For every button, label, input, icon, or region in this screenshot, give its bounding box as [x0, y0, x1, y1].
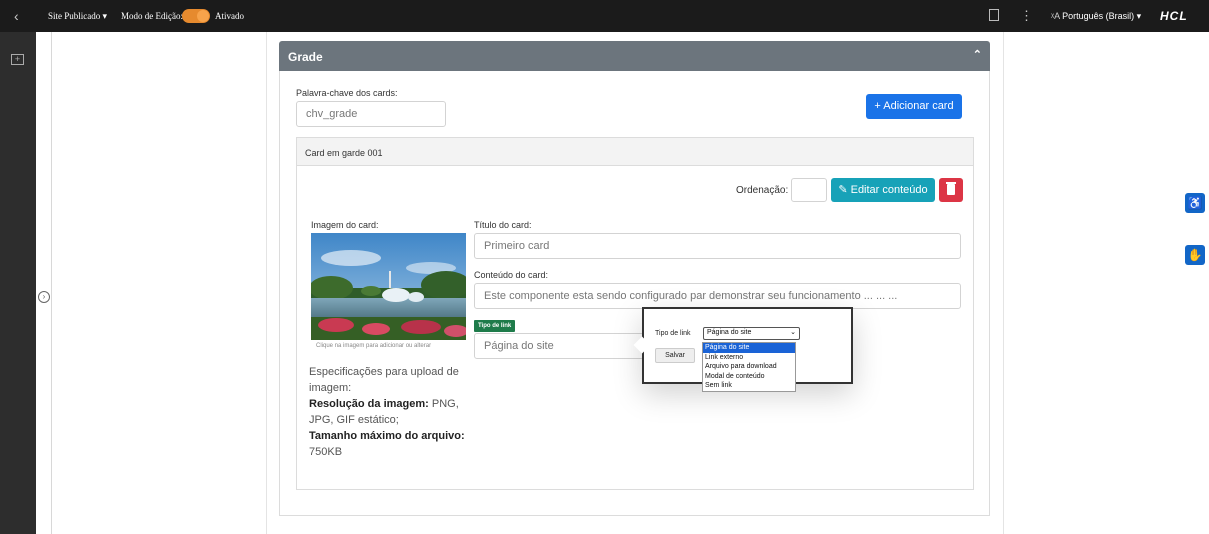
link-type-tag: Tipo de link: [474, 320, 516, 332]
image-hint: Clique na imagem para adicionar ou alter…: [316, 343, 432, 349]
spec-size-label: Tamanho máximo do arquivo:: [309, 430, 465, 442]
content-label: Conteúdo do card:: [474, 270, 549, 280]
sign-language-icon[interactable]: ✋: [1185, 245, 1205, 265]
back-icon[interactable]: ‹: [14, 8, 19, 24]
link-page-field[interactable]: Página do site: [474, 333, 644, 359]
spec-intro: Especificações para upload de imagem:: [309, 366, 459, 394]
add-card-button[interactable]: + Adicionar card: [866, 94, 962, 119]
park-lake-photo: [311, 233, 466, 340]
image-label: Imagem do card:: [311, 220, 379, 230]
caret-down-icon: ▾: [102, 11, 108, 21]
add-component-icon[interactable]: +: [11, 54, 24, 65]
grade-panel-header[interactable]: Grade ⌃: [279, 41, 990, 71]
option-modal-conteudo[interactable]: Modal de conteúdo: [703, 372, 795, 382]
option-sem-link[interactable]: Sem link: [703, 381, 795, 391]
option-pagina-do-site[interactable]: Página do site: [703, 343, 795, 353]
left-rail: +: [0, 32, 36, 534]
card-header: Card em garde 001: [297, 138, 973, 166]
edit-mode-toggle[interactable]: [182, 9, 210, 23]
option-arquivo-download[interactable]: Arquivo para download: [703, 362, 795, 372]
save-button[interactable]: Salvar: [655, 348, 695, 363]
trash-icon: [946, 182, 956, 195]
content-input[interactable]: Este componente esta sendo configurado p…: [474, 283, 961, 309]
more-menu-icon[interactable]: ⋮: [1020, 8, 1033, 24]
panel-title: Grade: [288, 50, 323, 64]
link-type-select[interactable]: Página do site ⌄: [703, 327, 800, 340]
keyword-label: Palavra-chave dos cards:: [296, 88, 398, 98]
spec-resolution-label: Resolução da imagem:: [309, 398, 429, 410]
language-selector[interactable]: ᵡA Português (Brasil) ▾: [1051, 11, 1141, 22]
hcl-logo: HCL: [1160, 9, 1188, 23]
link-type-options: Página do site Link externo Arquivo para…: [702, 342, 796, 392]
delete-card-button[interactable]: [939, 178, 963, 202]
upload-specs: Especificações para upload de imagem: Re…: [309, 364, 469, 460]
keyword-input[interactable]: chv_grade: [296, 101, 446, 127]
top-toolbar: ‹ Site Publicado ▾ Modo de Edição: Ativa…: [0, 0, 1209, 32]
translate-icon: ᵡA: [1051, 11, 1060, 21]
left-panel: ›: [36, 32, 52, 534]
title-label: Título do card:: [474, 220, 532, 230]
expand-panel-icon[interactable]: ›: [38, 291, 50, 303]
title-input[interactable]: Primeiro card: [474, 233, 961, 259]
order-input[interactable]: [791, 178, 827, 202]
chevron-up-icon[interactable]: ⌃: [973, 48, 982, 61]
caret-down-icon: ▾: [1136, 11, 1142, 21]
card-header-title: Card em garde 001: [305, 148, 383, 158]
option-link-externo[interactable]: Link externo: [703, 353, 795, 363]
edit-mode-state: Ativado: [215, 11, 244, 21]
chevron-down-icon: ⌄: [790, 329, 796, 336]
language-label: Português (Brasil): [1062, 11, 1135, 21]
order-label: Ordenação:: [736, 185, 789, 196]
link-type-selected: Página do site: [707, 329, 752, 336]
popup-type-label: Tipo de link: [655, 330, 691, 337]
spec-size-value: 750KB: [309, 446, 343, 458]
site-status-dropdown[interactable]: Site Publicado ▾: [48, 11, 107, 22]
edit-mode-label: Modo de Edição:: [121, 11, 183, 21]
accessibility-icon[interactable]: ♿: [1185, 193, 1205, 213]
edit-content-button[interactable]: ✎ Editar conteúdo: [831, 178, 935, 202]
site-status-label: Site Publicado: [48, 11, 101, 21]
card-image[interactable]: [311, 233, 466, 340]
page-icon[interactable]: [989, 9, 999, 21]
